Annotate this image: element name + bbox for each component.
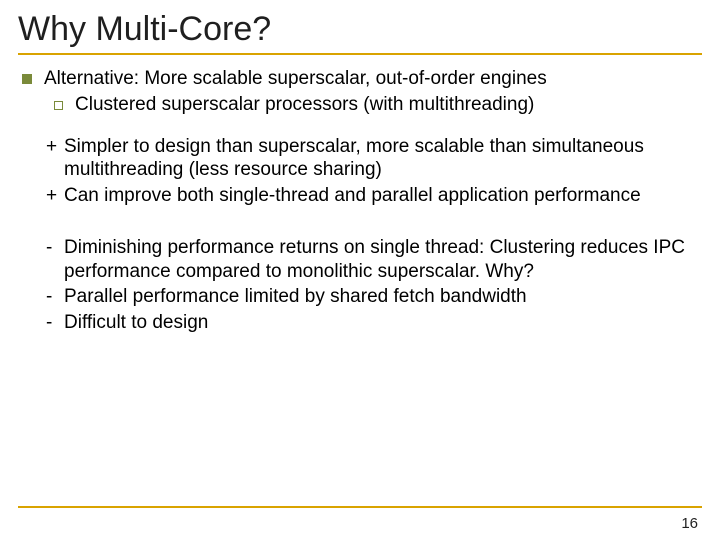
bullet-row: Alternative: More scalable superscalar, … [18, 67, 702, 91]
minus-item: - Difficult to design [46, 311, 702, 335]
bullet-sub-text: Clustered superscalar processors (with m… [75, 93, 534, 117]
slide-title: Why Multi-Core? [18, 10, 702, 49]
minus-text: Diminishing performance returns on singl… [64, 236, 702, 284]
plus-icon: + [46, 184, 64, 208]
page-number: 16 [681, 515, 698, 532]
minus-list: - Diminishing performance returns on sin… [46, 236, 702, 335]
minus-icon: - [46, 236, 64, 260]
slide: Why Multi-Core? Alternative: More scalab… [0, 0, 720, 540]
slide-body: Alternative: More scalable superscalar, … [18, 67, 702, 335]
minus-item: - Parallel performance limited by shared… [46, 285, 702, 309]
square-bullet-icon [22, 74, 32, 84]
minus-item: - Diminishing performance returns on sin… [46, 236, 702, 284]
plus-list: + Simpler to design than superscalar, mo… [46, 135, 702, 208]
plus-item: + Simpler to design than superscalar, mo… [46, 135, 702, 183]
minus-icon: - [46, 285, 64, 309]
minus-icon: - [46, 311, 64, 335]
bullet-main-text: Alternative: More scalable superscalar, … [44, 67, 547, 91]
plus-text: Simpler to design than superscalar, more… [64, 135, 702, 183]
title-rule [18, 53, 702, 55]
plus-item: + Can improve both single-thread and par… [46, 184, 702, 208]
plus-text: Can improve both single-thread and paral… [64, 184, 702, 208]
square-bullet-small-icon [54, 101, 63, 110]
subbullet-row: Clustered superscalar processors (with m… [18, 93, 702, 117]
minus-text: Parallel performance limited by shared f… [64, 285, 702, 309]
minus-text: Difficult to design [64, 311, 702, 335]
bottom-rule [18, 506, 702, 508]
plus-icon: + [46, 135, 64, 159]
